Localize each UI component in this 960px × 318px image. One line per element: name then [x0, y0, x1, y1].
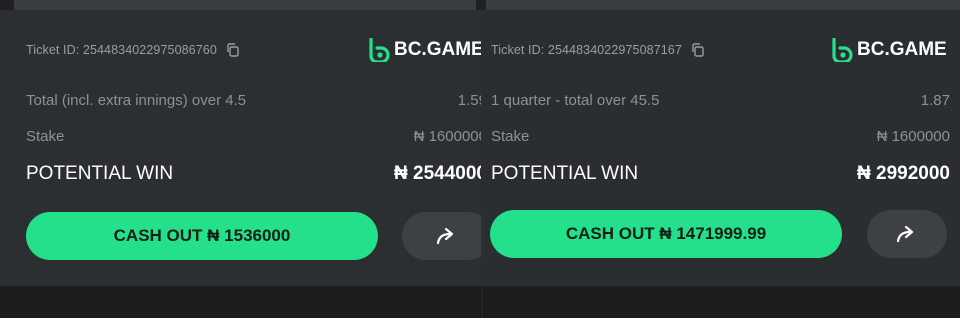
odds-value: 1.59: [457, 92, 481, 109]
bc-game-logo-icon: [369, 38, 390, 62]
potential-win-label: POTENTIAL WIN: [491, 163, 639, 184]
top-strip-left: [14, 0, 476, 10]
stake-row: Stake ₦ 1600000: [491, 128, 950, 148]
ticket-id: Ticket ID: 2544834022975086760: [26, 43, 217, 57]
potential-win-value: ₦ 2544000: [394, 163, 481, 184]
brand-name: BC.GAME: [857, 39, 947, 60]
potential-win-row: POTENTIAL WIN ₦ 2992000: [491, 163, 950, 189]
share-button[interactable]: [867, 210, 947, 258]
market-row: 1 quarter - total over 45.5 1.87: [491, 92, 950, 112]
market-label: 1 quarter - total over 45.5: [491, 92, 660, 109]
bc-game-logo-icon: [832, 38, 853, 62]
stake-label: Stake: [491, 128, 530, 145]
top-strip-right: [486, 0, 960, 10]
share-arrow-icon: [896, 225, 914, 243]
ticket-id: Ticket ID: 2544834022975087167: [491, 43, 682, 57]
potential-win-label: POTENTIAL WIN: [26, 163, 174, 184]
share-arrow-icon: [436, 227, 454, 245]
cash-out-button[interactable]: CASH OUT ₦ 1471999.99: [490, 210, 842, 258]
market-label: Total (incl. extra innings) over 4.5: [26, 92, 247, 109]
potential-win-row: POTENTIAL WIN ₦ 2544000: [26, 163, 481, 189]
bet-ticket-card: Ticket ID: 2544834022975087167 BC.GAME 1…: [481, 10, 960, 286]
ticket-id-row: Ticket ID: 2544834022975086760: [26, 42, 241, 58]
share-button[interactable]: [402, 212, 481, 260]
copy-icon[interactable]: [690, 42, 706, 58]
bet-ticket-card: Ticket ID: 2544834022975086760 BC.GAME T…: [0, 10, 481, 286]
stake-row: Stake ₦ 1600000: [26, 128, 481, 148]
card-divider: [481, 286, 483, 318]
stake-value: ₦ 1600000: [413, 128, 481, 145]
brand-name: BC.GAME: [394, 39, 481, 60]
brand-logo: BC.GAME: [831, 38, 947, 62]
copy-icon[interactable]: [225, 42, 241, 58]
brand-logo: BC.GAME: [368, 38, 481, 62]
cash-out-button[interactable]: CASH OUT ₦ 1536000: [26, 212, 378, 260]
odds-value: 1.87: [920, 92, 950, 109]
stake-label: Stake: [26, 128, 65, 145]
ticket-id-row: Ticket ID: 2544834022975087167: [491, 42, 706, 58]
market-row: Total (incl. extra innings) over 4.5 1.5…: [26, 92, 481, 112]
stake-value: ₦ 1600000: [876, 128, 950, 145]
potential-win-value: ₦ 2992000: [857, 163, 950, 184]
bottom-band: [0, 286, 960, 318]
